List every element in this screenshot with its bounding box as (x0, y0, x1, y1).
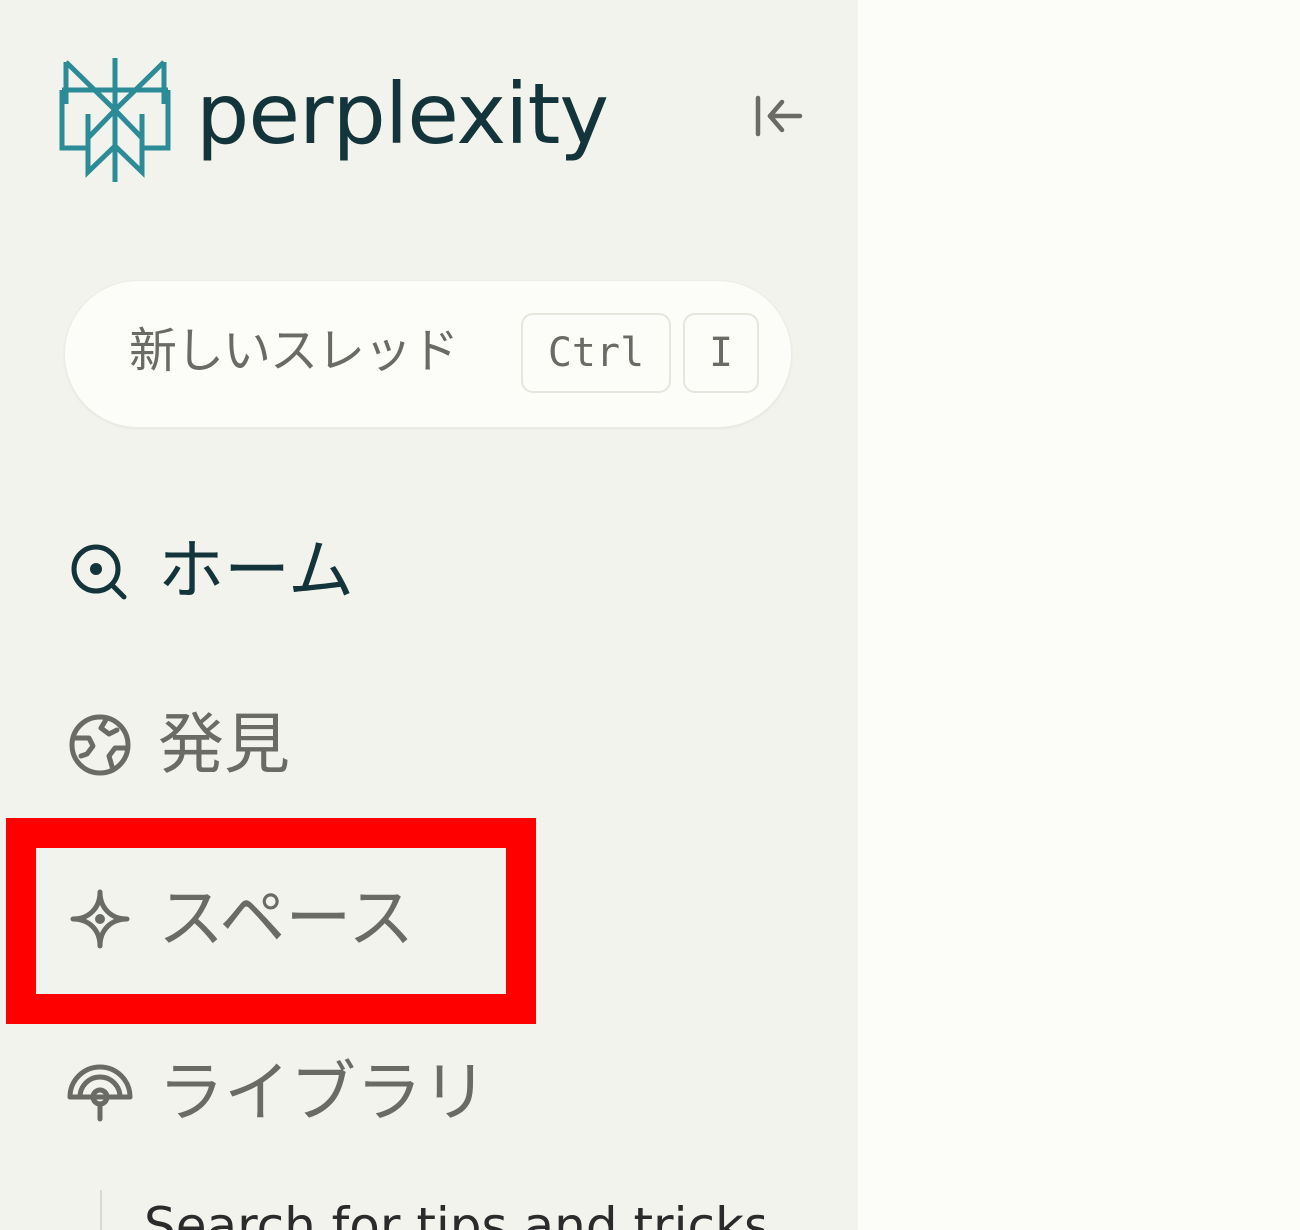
sidebar-item-label: ライブラリ (158, 1054, 488, 1131)
sidebar-item-home[interactable]: ホーム (64, 526, 354, 616)
shortcut-key-ctrl: Ctrl (521, 313, 671, 393)
perplexity-logo[interactable]: perplexity (58, 54, 628, 186)
sidebar-item-discover[interactable]: 発見 (64, 700, 290, 790)
sidebar: perplexity 新しいスレッド Ctrl I ホーム 発見 スペース ライ… (0, 0, 858, 1230)
globe-icon (64, 709, 136, 781)
new-thread-label: 新しいスレッド (129, 323, 459, 379)
library-icon (64, 1057, 136, 1129)
sidebar-item-spaces[interactable]: スペース (64, 874, 414, 964)
brand-name: perplexity (196, 65, 609, 163)
main-content (858, 0, 1300, 1230)
library-thread-item[interactable]: Search for tips and tricks (144, 1196, 764, 1230)
home-search-icon (64, 535, 136, 607)
collapse-sidebar-button[interactable] (748, 90, 808, 142)
library-tree-line (100, 1190, 102, 1230)
new-thread-button[interactable]: 新しいスレッド Ctrl I (64, 280, 792, 428)
sidebar-item-label: 発見 (158, 706, 290, 783)
collapse-sidebar-icon (755, 95, 803, 137)
sidebar-item-label: スペース (158, 880, 415, 957)
perplexity-logo-icon (59, 58, 171, 182)
shortcut-key-i: I (683, 313, 759, 393)
sidebar-item-label: ホーム (158, 532, 355, 609)
sidebar-item-library[interactable]: ライブラリ (64, 1048, 488, 1138)
app-window: perplexity 新しいスレッド Ctrl I ホーム 発見 スペース ライ… (0, 0, 1300, 1230)
sparkle-icon (64, 883, 136, 955)
